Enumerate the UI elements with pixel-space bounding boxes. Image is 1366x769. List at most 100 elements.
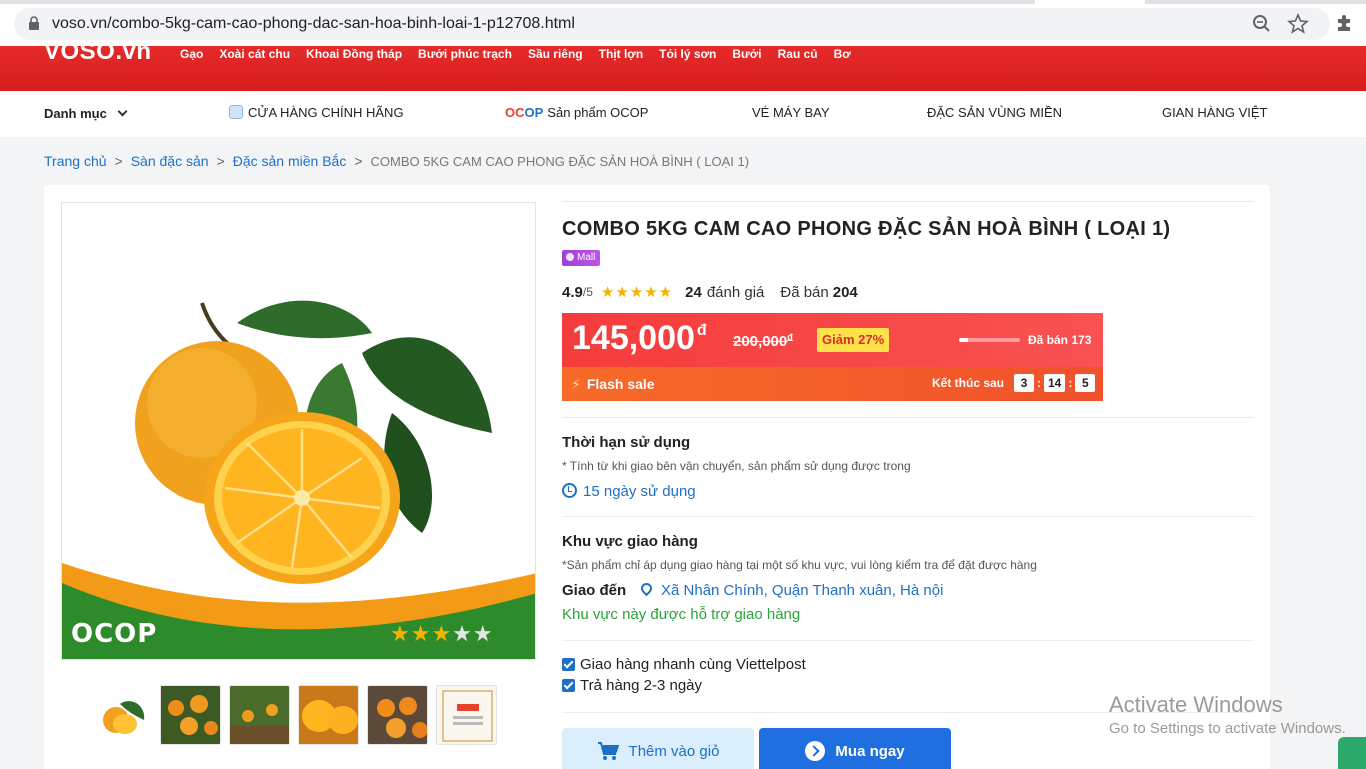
- mall-badge-label: Mall: [577, 252, 596, 263]
- windows-activation-watermark: Activate Windows Go to Settings to activ…: [1109, 692, 1346, 737]
- breadcrumb-current: COMBO 5KG CAM CAO PHONG ĐẶC SẢN HOÀ BÌNH…: [370, 154, 750, 169]
- divider: [562, 201, 1254, 202]
- popular-search-links: Gạo Xoài cát chu Khoai Đồng tháp Bưởi ph…: [180, 47, 867, 61]
- flash-sale-progress: [959, 338, 1020, 342]
- star-bookmark-icon[interactable]: [1287, 13, 1309, 35]
- header-link[interactable]: Thịt lợn: [599, 47, 644, 61]
- breadcrumb-separator: >: [114, 153, 123, 169]
- divider: [562, 640, 1254, 641]
- breadcrumb: Trang chủ > Sàn đặc sản > Đặc sản miền Bắc > C…: [44, 153, 749, 169]
- sold-label: Đã bán: [780, 283, 829, 301]
- usage-note: * Tính từ khi giao bên vận chuyển, sản p…: [562, 459, 911, 473]
- url-text[interactable]: voso.vn/combo-5kg-cam-cao-phong-dac-san-…: [52, 15, 575, 33]
- browser-toolbar: voso.vn/combo-5kg-cam-cao-phong-dac-san-…: [0, 0, 1366, 46]
- currency-symbol: đ: [696, 322, 707, 339]
- thumbnail-strip: [91, 685, 497, 745]
- countdown-hours: 3: [1014, 374, 1034, 392]
- rating-stars[interactable]: ★★★★★: [601, 283, 673, 301]
- thumbnail-2[interactable]: [160, 685, 221, 745]
- nav-flights[interactable]: VÉ MÁY BAY: [752, 105, 830, 120]
- arrow-right-icon: [805, 741, 826, 761]
- header-link[interactable]: Gạo: [180, 47, 203, 61]
- option-fast-delivery-label: Giao hàng nhanh cùng Viettelpost: [580, 656, 806, 673]
- flash-sale-box: 145,000 đ 200,000đ Giảm 27% Đã bán 173 ⚡ F…: [562, 313, 1103, 401]
- category-menu[interactable]: Danh mục: [44, 106, 128, 121]
- header-link[interactable]: Bưởi phúc trạch: [418, 47, 512, 61]
- rating-scale: /5: [582, 285, 593, 299]
- header-link[interactable]: Sầu riêng: [528, 47, 583, 61]
- mall-badge: Mall: [562, 250, 601, 266]
- watermark-subtitle: Go to Settings to activate Windows.: [1109, 720, 1346, 737]
- thumbnail-5[interactable]: [367, 685, 428, 745]
- divider: [562, 417, 1254, 418]
- delivery-note: *Sản phẩm chỉ áp dụng giao hàng tại một …: [562, 558, 1037, 572]
- nav-official-store[interactable]: CỬA HÀNG CHÍNH HÃNG: [229, 105, 404, 120]
- lightning-icon: ⚡: [571, 376, 581, 392]
- location-pin-icon: [638, 580, 655, 597]
- address-bar[interactable]: voso.vn/combo-5kg-cam-cao-phong-dac-san-…: [14, 8, 1330, 40]
- option-return-label: Trả hàng 2-3 ngày: [580, 677, 703, 694]
- flash-sale-price-bar: 145,000 đ 200,000đ Giảm 27% Đã bán 173: [562, 313, 1103, 367]
- delivery-address[interactable]: Xã Nhân Chính, Quận Thanh xuân, Hà nội: [638, 580, 943, 599]
- option-fast-delivery[interactable]: Giao hàng nhanh cùng Viettelpost: [562, 656, 806, 673]
- countdown-label: Kết thúc sau: [932, 376, 1005, 390]
- buy-now-label: Mua ngay: [835, 742, 905, 760]
- main-nav: Danh mục CỬA HÀNG CHÍNH HÃNG OCOP Sản phẩ…: [0, 91, 1366, 137]
- countdown-minutes: 14: [1044, 374, 1066, 392]
- thumbnail-1[interactable]: [91, 685, 152, 745]
- review-label[interactable]: đánh giá: [707, 284, 765, 301]
- original-price: 200,000đ: [733, 332, 793, 350]
- thumbnail-4[interactable]: [298, 685, 359, 745]
- delivery-section-title: Khu vực giao hàng: [562, 533, 698, 550]
- deliver-to-label: Giao đến: [562, 582, 627, 599]
- zoom-icon[interactable]: [1251, 13, 1273, 35]
- lock-icon[interactable]: [28, 16, 40, 30]
- nav-regional-specialties[interactable]: ĐẶC SẢN VÙNG MIỀN: [927, 105, 1062, 120]
- sale-price: 145,000 đ: [572, 319, 707, 357]
- flash-sale-label: ⚡ Flash sale: [571, 376, 655, 392]
- extension-puzzle-icon[interactable]: [1334, 13, 1354, 33]
- header-link[interactable]: Tỏi lý sơn: [659, 47, 716, 61]
- active-tab-edge[interactable]: [1035, 0, 1145, 4]
- add-to-cart-button[interactable]: Thêm vào giỏ: [562, 728, 754, 769]
- usage-duration: 15 ngày sử dụng: [562, 483, 696, 500]
- thumbnail-3[interactable]: [229, 685, 290, 745]
- product-title: COMBO 5KG CAM CAO PHONG ĐẶC SẢN HOÀ BÌNH…: [562, 218, 1171, 240]
- header-link[interactable]: Rau củ: [778, 47, 818, 61]
- header-link[interactable]: Khoai Đồng tháp: [306, 47, 402, 61]
- ocop-stars-empty: ★★: [452, 621, 494, 646]
- breadcrumb-separator: >: [216, 153, 225, 169]
- chevron-down-icon: [117, 106, 128, 117]
- clock-icon: [562, 483, 577, 498]
- flash-sold-count: Đã bán 173: [1028, 333, 1092, 347]
- discount-badge: Giảm 27%: [817, 328, 890, 352]
- header-link[interactable]: Bưởi: [732, 47, 761, 61]
- header-link[interactable]: Bơ: [834, 47, 851, 61]
- checkbox-checked[interactable]: [562, 658, 575, 671]
- breadcrumb-home[interactable]: Trang chủ: [44, 153, 107, 169]
- usage-section-title: Thời hạn sử dụng: [562, 434, 691, 451]
- ocop-logo-icon: OCOP: [505, 105, 544, 120]
- store-icon: [229, 105, 243, 119]
- flash-sale-timer-bar: ⚡ Flash sale Kết thúc sau 3: 14: 5: [562, 367, 1103, 401]
- sold-count: 204: [832, 283, 858, 301]
- voso-logo[interactable]: VOSO.vn: [44, 46, 152, 66]
- checkbox-checked[interactable]: [562, 679, 575, 692]
- nav-ocop[interactable]: OCOP Sản phẩm OCOP: [505, 105, 648, 120]
- breadcrumb-subcategory[interactable]: Đặc sản miền Bắc: [233, 153, 347, 169]
- category-menu-label: Danh mục: [44, 106, 107, 121]
- cart-icon: [597, 742, 619, 760]
- nav-viet-stores[interactable]: GIAN HÀNG VIỆT: [1162, 105, 1267, 120]
- buy-now-button[interactable]: Mua ngay: [759, 728, 951, 769]
- chat-button[interactable]: [1338, 737, 1366, 769]
- delivery-supported-text: Khu vực này được hỗ trợ giao hàng: [562, 606, 801, 623]
- option-return[interactable]: Trả hàng 2-3 ngày: [562, 677, 702, 694]
- thumbnail-6[interactable]: [436, 685, 497, 745]
- header-link[interactable]: Xoài cát chu: [219, 47, 290, 61]
- orange-product-illustration: [62, 203, 535, 659]
- breadcrumb-category[interactable]: Sàn đặc sản: [131, 153, 209, 169]
- review-count[interactable]: 24: [685, 284, 702, 301]
- rating-row: 4.9 /5 ★★★★★ 24 đánh giá Đã bán 204: [562, 283, 858, 302]
- product-main-image[interactable]: OCOP ★★★★★: [61, 202, 536, 660]
- divider: [562, 516, 1254, 517]
